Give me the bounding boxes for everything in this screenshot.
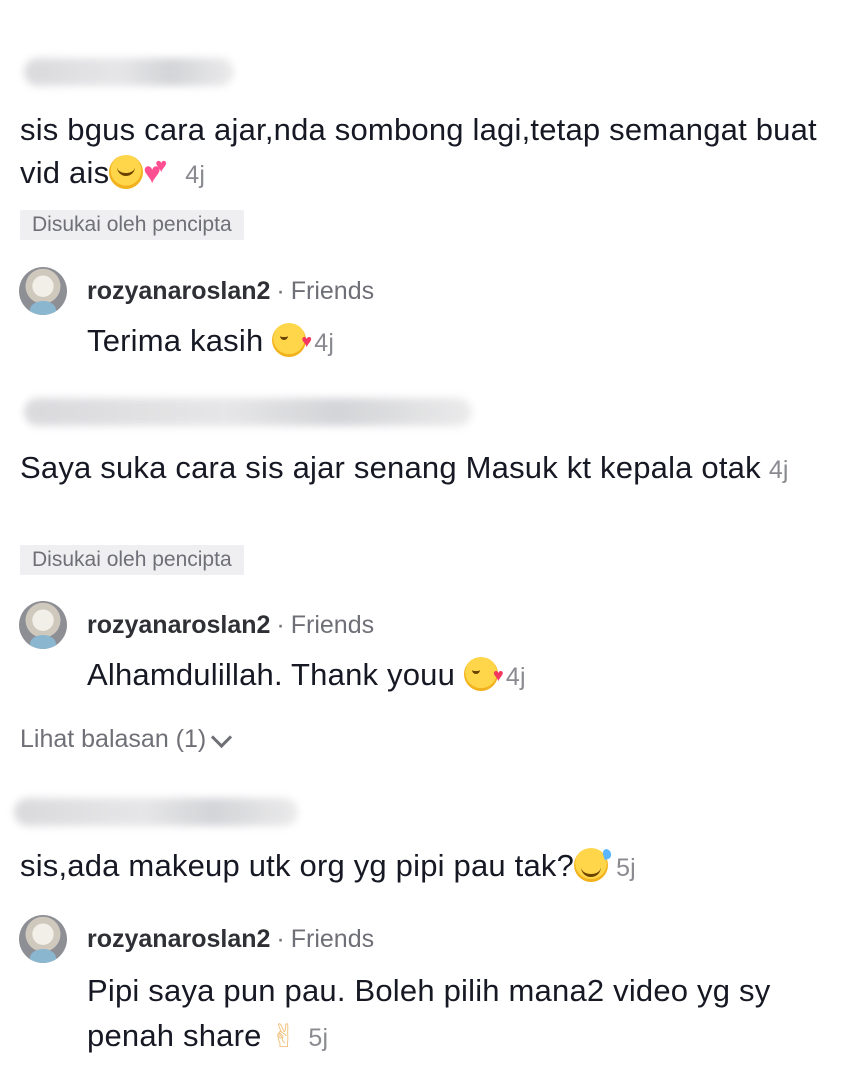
reply-header: rozyanaroslan2 · Friends [87,922,374,956]
comment-text: Saya suka cara sis ajar senang Masuk kt … [20,450,789,485]
friends-tag: Friends [290,611,375,639]
hug-emoji-icon [109,155,144,189]
reply-text: Alhamdulillah. Thank youu 4j [87,652,847,700]
blurred-username[interactable] [24,58,234,86]
reply-text: Pipi saya pun pau. Boleh pilih mana2 vid… [87,968,827,1061]
separator-dot: · [276,925,285,953]
reply-time: 5j [308,1024,329,1052]
avatar[interactable] [19,915,67,963]
smiling-hearts-emoji-icon [463,653,504,698]
comment-time: 4j [185,161,206,189]
hearts-emoji-icon [143,151,177,189]
reply-time: 4j [505,663,526,691]
blurred-username[interactable] [14,798,298,826]
separator-dot: · [276,277,285,305]
comment-text: sis,ada makeup utk org yg pipi pau tak? 5… [20,848,636,883]
reply-text: Terima kasih 4j [87,318,847,366]
friends-tag: Friends [290,925,375,953]
victory-hand-emoji-icon [270,1014,300,1059]
reply-username[interactable]: rozyanaroslan2 [87,277,270,305]
separator-dot: · [276,611,285,639]
reply-header: rozyanaroslan2 · Friends [87,608,374,642]
smiling-hearts-emoji-icon [272,319,312,364]
comment-text: sis bgus cara ajar,nda sombong lagi,teta… [20,108,850,197]
reply-username[interactable]: rozyanaroslan2 [87,925,270,953]
chevron-down-icon [211,726,233,749]
liked-by-creator-badge: Disukai oleh pencipta [20,545,244,575]
reply-username[interactable]: rozyanaroslan2 [87,611,270,639]
view-replies-button[interactable]: Lihat balasan (1) [20,725,233,754]
reply-header: rozyanaroslan2 · Friends [87,274,374,308]
grinning-sweat-emoji-icon [574,848,609,882]
comment-time: 5j [616,854,636,882]
liked-by-creator-badge: Disukai oleh pencipta [20,210,244,240]
blurred-username[interactable] [24,398,472,426]
comment-time: 4j [768,456,789,484]
friends-tag: Friends [290,277,375,305]
reply-time: 4j [314,329,335,357]
avatar[interactable] [19,267,67,315]
avatar[interactable] [19,601,67,649]
